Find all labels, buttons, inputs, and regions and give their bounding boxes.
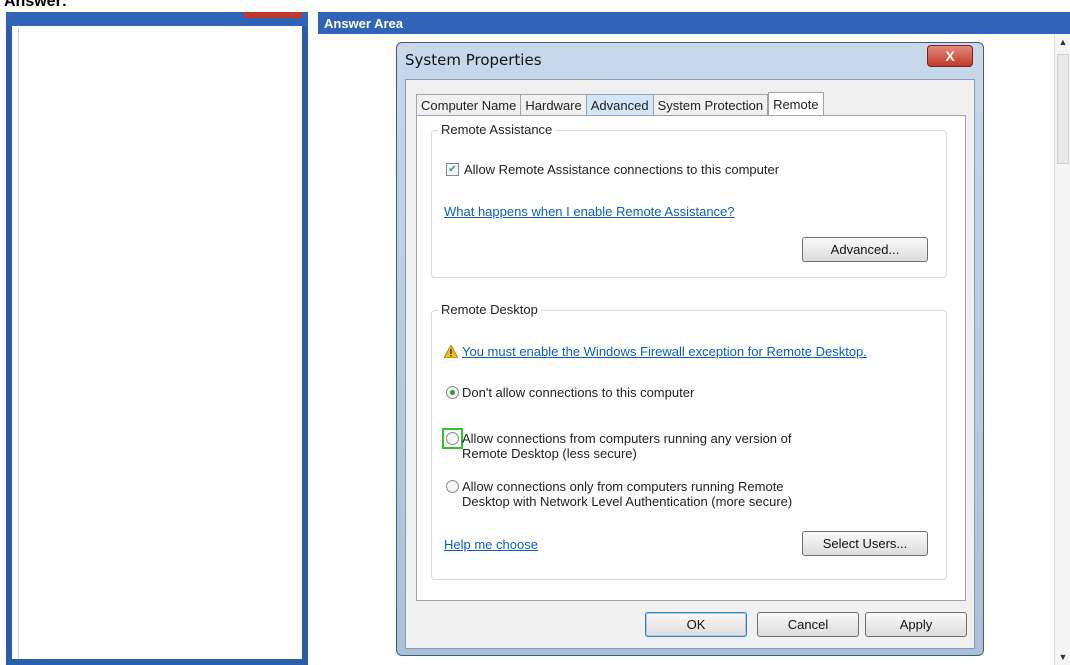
ok-button[interactable]: OK <box>645 612 747 637</box>
vertical-scrollbar[interactable]: ▲ ▼ <box>1054 34 1070 665</box>
remote-tab-page: Remote Assistance ✔ Allow Remote Assista… <box>416 115 966 601</box>
answer-area-title: Answer Area <box>318 12 1070 34</box>
scroll-down-arrow-icon[interactable]: ▼ <box>1055 649 1070 665</box>
allow-nla-label-line1: Allow connections only from computers ru… <box>462 479 784 494</box>
apply-button[interactable]: Apply <box>865 612 967 637</box>
left-panel-accent <box>244 12 302 18</box>
remote-desktop-group: Remote Desktop You must enable the Windo… <box>431 302 947 580</box>
allow-any-version-radio[interactable] <box>446 432 459 445</box>
tab-hardware[interactable]: Hardware <box>520 94 586 116</box>
warning-icon <box>444 345 458 358</box>
tab-advanced[interactable]: Advanced <box>585 94 653 116</box>
allow-any-version-label-line2: Remote Desktop (less secure) <box>462 446 637 461</box>
page-header: Answer: <box>0 0 1070 12</box>
remote-desktop-title: Remote Desktop <box>438 302 541 317</box>
tab-remote[interactable]: Remote <box>768 92 824 116</box>
dialog-client: Computer Name Hardware Advanced System P… <box>405 79 975 649</box>
firewall-exception-link[interactable]: You must enable the Windows Firewall exc… <box>462 344 867 359</box>
help-me-choose-link[interactable]: Help me choose <box>444 537 538 552</box>
left-panel-body <box>18 28 302 659</box>
dialog-title: System Properties <box>405 51 542 69</box>
scroll-thumb[interactable] <box>1057 54 1069 164</box>
remote-assistance-title: Remote Assistance <box>438 122 556 137</box>
allow-nla-label-line2: Desktop with Network Level Authenticatio… <box>462 494 793 509</box>
close-button[interactable]: X <box>927 45 973 67</box>
allow-remote-assistance-label: Allow Remote Assistance connections to t… <box>464 162 780 177</box>
left-panel <box>6 12 308 665</box>
advanced-button[interactable]: Advanced... <box>802 237 928 262</box>
dont-allow-radio[interactable] <box>446 386 459 399</box>
tab-computer-name[interactable]: Computer Name <box>416 94 521 116</box>
select-users-button[interactable]: Select Users... <box>802 531 928 556</box>
system-properties-dialog: System Properties X Computer Name Hardwa… <box>396 42 984 656</box>
dont-allow-label: Don't allow connections to this computer <box>462 385 695 400</box>
remote-assistance-group: Remote Assistance ✔ Allow Remote Assista… <box>431 122 947 278</box>
tab-system-protection[interactable]: System Protection <box>652 94 769 116</box>
allow-nla-radio[interactable] <box>446 480 459 493</box>
cancel-button[interactable]: Cancel <box>757 612 859 637</box>
tab-strip: Computer Name Hardware Advanced System P… <box>416 92 824 116</box>
scroll-up-arrow-icon[interactable]: ▲ <box>1055 34 1070 50</box>
allow-remote-assistance-checkbox[interactable]: ✔ <box>446 163 459 176</box>
allow-any-version-label-line1: Allow connections from computers running… <box>462 431 792 446</box>
remote-assistance-help-link[interactable]: What happens when I enable Remote Assist… <box>444 204 735 219</box>
page-header-text: Answer: <box>4 0 68 10</box>
